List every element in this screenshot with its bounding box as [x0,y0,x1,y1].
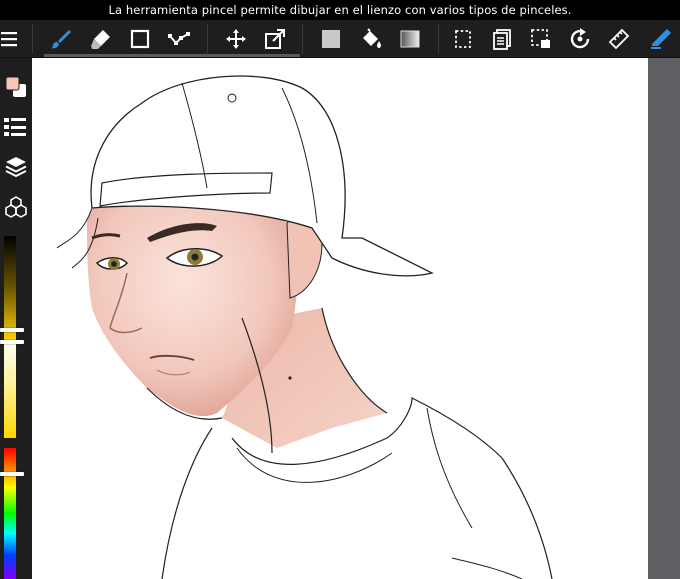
pen-tool-button[interactable] [644,20,678,58]
artwork-sketch [56,75,553,579]
brush-tool-button[interactable] [44,20,78,58]
gradient-tool-button[interactable] [393,20,427,58]
shape-tool-button[interactable] [123,20,157,58]
fill-square-icon [322,30,340,48]
layers-icon [5,157,27,178]
eraser-icon [91,30,110,49]
transform-icon [265,29,285,49]
materials-button[interactable] [0,190,32,224]
tool-group-indicator [44,54,300,57]
canvas-area[interactable] [32,58,680,579]
select-layer-button[interactable] [524,20,558,58]
pen-icon [651,29,671,49]
materials-icon [5,196,27,218]
status-bar: La herramienta pincel permite dibujar en… [0,0,680,20]
hue-slider[interactable] [0,448,24,579]
opacity-slider[interactable] [0,236,24,340]
selection-tool-button[interactable] [446,20,480,58]
copy-icon [493,29,511,50]
move-tool-button[interactable] [219,20,253,58]
brightness-slider-knob[interactable] [0,340,24,344]
drawing-canvas[interactable] [32,58,648,579]
color-swatch-icon [5,76,26,97]
top-toolbar [0,20,680,58]
rotate-icon [570,28,590,49]
eraser-tool-button[interactable] [84,20,118,58]
brightness-slider[interactable] [0,340,24,438]
select-layer-icon [531,29,550,48]
rotate-canvas-button[interactable] [563,20,597,58]
left-sidebar [0,58,32,579]
move-icon [226,29,246,49]
color-swatch-button[interactable] [0,70,32,104]
menu-icon [1,32,17,47]
bucket-icon [363,28,381,48]
fill-color-button[interactable] [314,20,348,58]
brush-settings-button[interactable] [0,110,32,144]
layers-button[interactable] [0,150,32,184]
vector-tool-button[interactable] [162,20,196,58]
selection-icon [455,30,471,48]
hue-slider-knob[interactable] [0,472,24,476]
status-text: La herramienta pincel permite dibujar en… [108,3,572,17]
brush-list-icon [4,118,26,136]
right-gutter [648,58,680,579]
gradient-icon [400,30,420,48]
copy-button[interactable] [485,20,519,58]
vector-icon [168,32,190,45]
transform-tool-button[interactable] [258,20,292,58]
menu-button[interactable] [0,20,24,58]
ruler-icon [608,28,630,50]
ruler-button[interactable] [602,20,636,58]
bucket-tool-button[interactable] [354,20,388,58]
rectangle-icon [130,29,150,49]
opacity-slider-knob[interactable] [0,328,24,332]
brush-icon [51,30,71,49]
